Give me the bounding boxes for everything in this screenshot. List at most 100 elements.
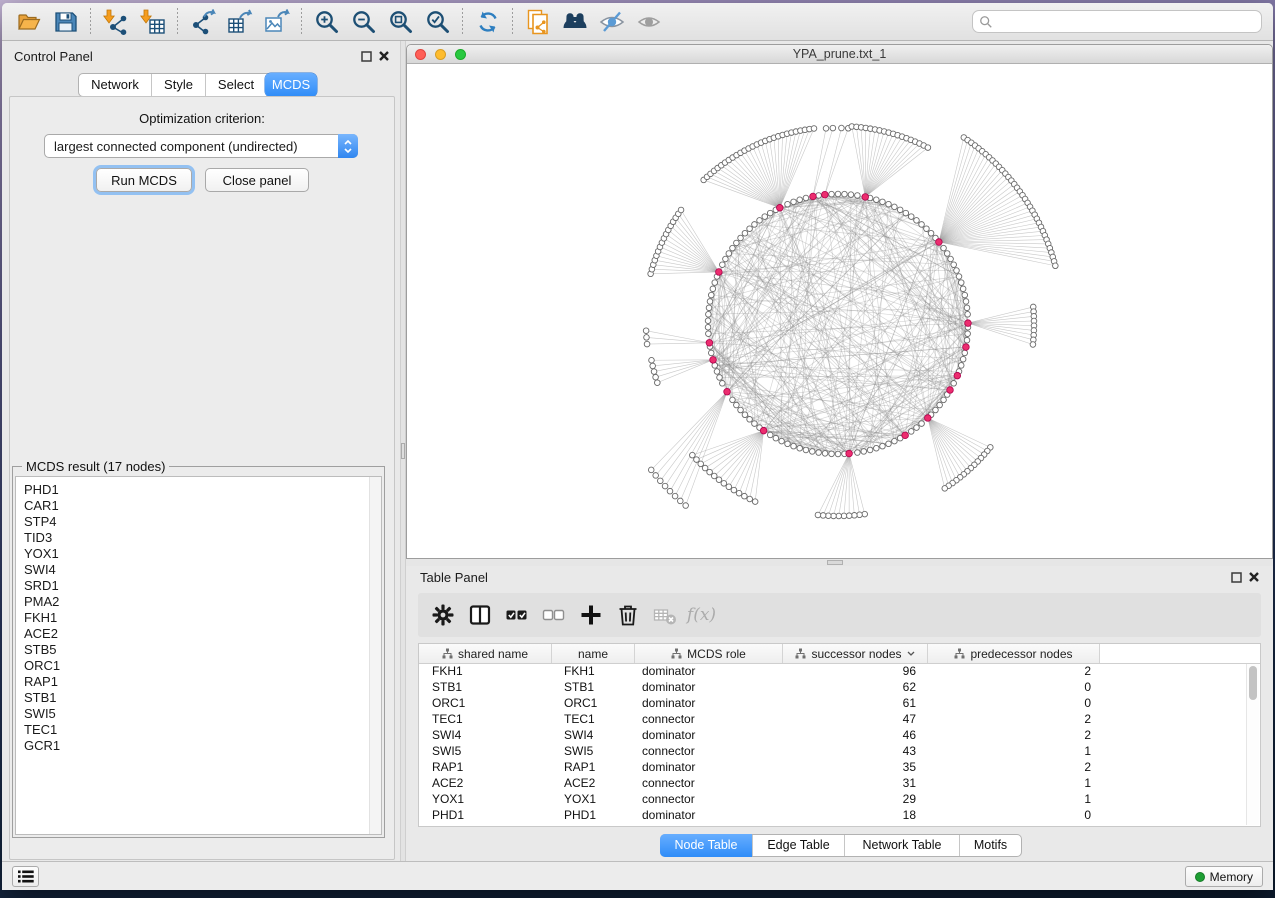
table-body[interactable]: FKH1FKH1dominator962STB1STB1dominator620… bbox=[419, 663, 1247, 826]
table-splitter[interactable] bbox=[406, 559, 1273, 566]
toolbar-separator bbox=[177, 8, 178, 36]
scrollbar-thumb[interactable] bbox=[1249, 666, 1257, 700]
toolbar-separator bbox=[90, 8, 91, 36]
mcds-result-item[interactable]: TID3 bbox=[24, 530, 367, 546]
run-mcds-button[interactable]: Run MCDS bbox=[96, 168, 192, 192]
float-panel-icon[interactable] bbox=[361, 51, 372, 62]
delete-table-icon[interactable] bbox=[646, 598, 683, 632]
tab-motifs[interactable]: Motifs bbox=[959, 835, 1021, 856]
zoom-selected-button[interactable] bbox=[419, 7, 456, 37]
dropdown-stepper-icon bbox=[338, 134, 358, 158]
open-button[interactable] bbox=[10, 7, 47, 37]
mcds-result-item[interactable]: FKH1 bbox=[24, 610, 367, 626]
search-box[interactable] bbox=[972, 10, 1262, 33]
network-view-window: YPA_prune.txt_1 bbox=[406, 44, 1273, 559]
network-graph[interactable] bbox=[407, 64, 1272, 559]
network-canvas[interactable] bbox=[407, 64, 1272, 559]
export-image-button[interactable] bbox=[258, 7, 295, 37]
search-input[interactable] bbox=[993, 10, 1261, 33]
mcds-result-item[interactable]: SWI4 bbox=[24, 562, 367, 578]
save-button[interactable] bbox=[47, 7, 84, 37]
tab-select[interactable]: Select bbox=[205, 74, 266, 96]
splitter-handle[interactable] bbox=[827, 560, 843, 565]
table-row[interactable]: YOX1YOX1connector291 bbox=[419, 791, 1247, 807]
column-header-successor-nodes[interactable]: successor nodes bbox=[783, 644, 928, 663]
import-table-button[interactable] bbox=[134, 7, 171, 37]
table-cell: 35 bbox=[783, 760, 928, 774]
toggle-panel-icon[interactable] bbox=[461, 598, 498, 632]
column-header-shared-name[interactable]: shared name bbox=[419, 644, 552, 663]
table-row[interactable]: FKH1FKH1dominator962 bbox=[419, 663, 1247, 679]
mcds-result-item[interactable]: YOX1 bbox=[24, 546, 367, 562]
deselect-all-icon[interactable] bbox=[535, 598, 572, 632]
hide-details-icon[interactable] bbox=[593, 7, 630, 37]
memory-button[interactable]: Memory bbox=[1185, 866, 1263, 887]
mcds-result-item[interactable]: STP4 bbox=[24, 514, 367, 530]
mcds-result-item[interactable]: RAP1 bbox=[24, 674, 367, 690]
export-table-button[interactable] bbox=[221, 7, 258, 37]
window-zoom-button[interactable] bbox=[455, 49, 466, 60]
zoom-out-button[interactable] bbox=[345, 7, 382, 37]
column-header-mcds-role[interactable]: MCDS role bbox=[635, 644, 783, 663]
column-header-predecessor-nodes[interactable]: predecessor nodes bbox=[928, 644, 1100, 663]
table-row[interactable]: TEC1TEC1connector472 bbox=[419, 711, 1247, 727]
splitter-handle[interactable] bbox=[401, 443, 405, 459]
table-row[interactable]: STB1STB1dominator620 bbox=[419, 679, 1247, 695]
sort-desc-icon bbox=[907, 651, 915, 656]
table-panel: Table Panel f(x) bbox=[406, 566, 1273, 861]
close-panel-button[interactable]: Close panel bbox=[205, 168, 309, 192]
table-row[interactable]: PHD1PHD1dominator180 bbox=[419, 807, 1247, 823]
close-panel-icon[interactable] bbox=[378, 50, 390, 62]
table-row[interactable]: RAP1RAP1dominator352 bbox=[419, 759, 1247, 775]
table-row[interactable]: SWI5SWI5connector431 bbox=[419, 743, 1247, 759]
table-cell: 1 bbox=[928, 776, 1100, 790]
mcds-result-item[interactable]: PHD1 bbox=[24, 482, 367, 498]
find-binoculars-icon[interactable] bbox=[556, 7, 593, 37]
export-network-button[interactable] bbox=[184, 7, 221, 37]
tab-node-table[interactable]: Node Table bbox=[660, 834, 752, 857]
mcds-result-item[interactable]: ORC1 bbox=[24, 658, 367, 674]
window-minimize-button[interactable] bbox=[435, 49, 446, 60]
select-all-icon[interactable] bbox=[498, 598, 535, 632]
zoom-in-button[interactable] bbox=[308, 7, 345, 37]
table-row[interactable]: ACE2ACE2connector311 bbox=[419, 775, 1247, 791]
network-from-document-button[interactable] bbox=[519, 7, 556, 37]
window-close-button[interactable] bbox=[415, 49, 426, 60]
table-cell: connector bbox=[635, 792, 783, 806]
tab-network[interactable]: Network bbox=[79, 74, 151, 96]
table-scrollbar[interactable] bbox=[1246, 664, 1259, 825]
refresh-button[interactable] bbox=[469, 7, 506, 37]
float-panel-icon[interactable] bbox=[1231, 572, 1242, 583]
mcds-result-list[interactable]: PHD1CAR1STP4TID3YOX1SWI4SRD1PMA2FKH1ACE2… bbox=[15, 476, 382, 835]
tab-edge-table[interactable]: Edge Table bbox=[752, 835, 844, 856]
table-row[interactable]: ORC1ORC1dominator610 bbox=[419, 695, 1247, 711]
mcds-result-item[interactable]: TEC1 bbox=[24, 722, 367, 738]
mcds-result-item[interactable]: ACE2 bbox=[24, 626, 367, 642]
network-window-titlebar[interactable]: YPA_prune.txt_1 bbox=[407, 45, 1272, 64]
mcds-result-item[interactable]: CAR1 bbox=[24, 498, 367, 514]
tab-style[interactable]: Style bbox=[151, 74, 205, 96]
tab-mcds[interactable]: MCDS bbox=[265, 73, 317, 97]
task-history-button[interactable] bbox=[12, 866, 39, 887]
import-network-button[interactable] bbox=[97, 7, 134, 37]
table-cell: 0 bbox=[928, 808, 1100, 822]
add-row-plus-icon[interactable] bbox=[572, 598, 609, 632]
mcds-list-scrollbar[interactable] bbox=[369, 477, 381, 834]
delete-row-trash-icon[interactable] bbox=[609, 598, 646, 632]
mcds-result-item[interactable]: PMA2 bbox=[24, 594, 367, 610]
show-details-icon[interactable] bbox=[630, 7, 667, 37]
column-header-name[interactable]: name bbox=[552, 644, 635, 663]
tab-network-table[interactable]: Network Table bbox=[844, 835, 959, 856]
column-settings-gear-icon[interactable] bbox=[424, 598, 461, 632]
criterion-dropdown[interactable]: largest connected component (undirected) bbox=[44, 134, 358, 158]
mcds-result-item[interactable]: SRD1 bbox=[24, 578, 367, 594]
function-builder-icon[interactable]: f(x) bbox=[683, 598, 720, 632]
table-cell: 96 bbox=[783, 664, 928, 678]
mcds-result-item[interactable]: SWI5 bbox=[24, 706, 367, 722]
mcds-result-item[interactable]: STB1 bbox=[24, 690, 367, 706]
close-panel-icon[interactable] bbox=[1248, 571, 1260, 583]
mcds-result-item[interactable]: GCR1 bbox=[24, 738, 367, 754]
mcds-result-item[interactable]: STB5 bbox=[24, 642, 367, 658]
table-row[interactable]: SWI4SWI4dominator462 bbox=[419, 727, 1247, 743]
zoom-fit-button[interactable] bbox=[382, 7, 419, 37]
